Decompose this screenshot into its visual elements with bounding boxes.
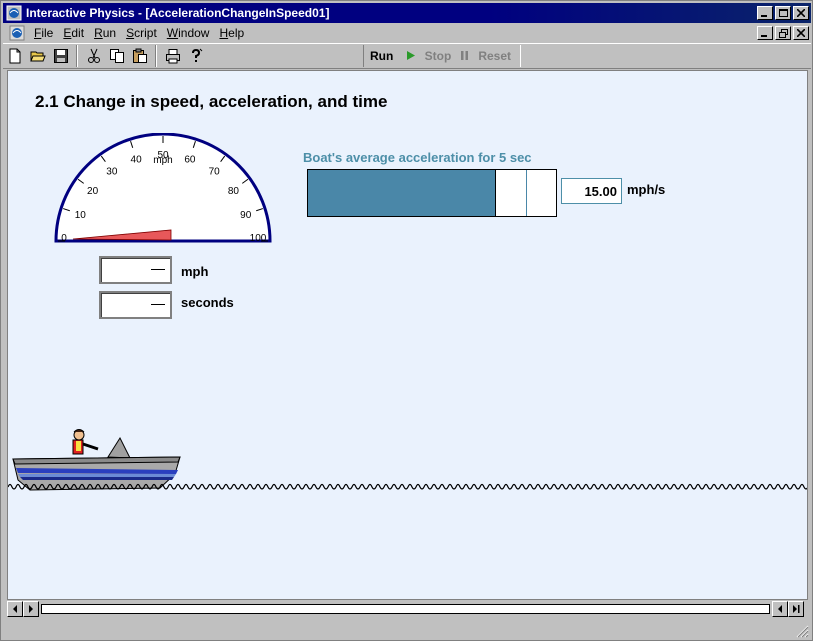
arrow-left-icon: [13, 605, 17, 613]
copy-button[interactable]: [106, 45, 128, 67]
help-button[interactable]: [185, 45, 207, 67]
cut-button[interactable]: [83, 45, 105, 67]
app-window: Interactive Physics - [AccelerationChang…: [0, 0, 813, 641]
scroll-far-right-button[interactable]: [788, 601, 804, 617]
document-icon[interactable]: [9, 25, 25, 41]
gauge-tick-label: 60: [184, 154, 196, 165]
run-label: Run: [370, 49, 394, 63]
minimize-icon: [761, 15, 767, 17]
toolbar-separator: [155, 45, 157, 67]
close-icon: [797, 29, 805, 37]
menu-help[interactable]: Help: [214, 26, 249, 40]
time-dash: [151, 304, 165, 305]
printer-icon: [166, 49, 180, 64]
menu-bar: File Edit Run Script Window Help: [3, 24, 811, 42]
stop-button[interactable]: Stop: [425, 49, 469, 63]
speed-display: [99, 256, 172, 284]
acceleration-bar-fill: [308, 170, 497, 216]
speedometer-gauge: 010203040 50 60708090100 mph: [54, 133, 272, 244]
minimize-button[interactable]: [757, 6, 773, 20]
doc-restore-button[interactable]: [775, 26, 791, 40]
water-wave: [8, 483, 807, 490]
speed-unit: mph: [181, 264, 209, 279]
gauge-tick-label: 40: [131, 154, 143, 165]
acceleration-bar-title: Boat's average acceleration for 5 sec: [303, 150, 532, 165]
menu-script[interactable]: Script: [121, 26, 162, 40]
menu-file[interactable]: File: [29, 26, 58, 40]
gauge-tick-label: 20: [87, 186, 99, 197]
boat-windshield: [107, 436, 131, 459]
menu-run[interactable]: Run: [89, 26, 121, 40]
time-display: [99, 291, 172, 319]
play-icon: [406, 51, 415, 60]
save-disk-icon: [54, 49, 68, 63]
speed-dash: [151, 269, 165, 270]
acceleration-bar-marker: [526, 170, 528, 216]
status-bar: [3, 621, 811, 640]
gauge-tick-label: 10: [75, 210, 87, 221]
arrow-right-icon: [29, 605, 33, 613]
arrow-right-end-icon: [793, 605, 800, 613]
run-button[interactable]: Run: [370, 49, 415, 63]
boat-driver: [72, 429, 99, 455]
run-controls: Run Stop Reset: [363, 45, 521, 67]
scroll-track[interactable]: [41, 604, 770, 614]
title-bar[interactable]: Interactive Physics - [AccelerationChang…: [3, 3, 811, 23]
minimize-icon: [761, 35, 767, 37]
gauge-tick-label: 100: [250, 233, 267, 244]
doc-close-button[interactable]: [793, 26, 809, 40]
page-title: 2.1 Change in speed, acceleration, and t…: [35, 92, 388, 111]
toolbar: Run Stop Reset: [3, 43, 811, 69]
resize-grip-icon[interactable]: [796, 625, 809, 638]
simulation-canvas[interactable]: 2.1 Change in speed, acceleration, and t…: [7, 70, 808, 600]
scroll-left-button[interactable]: [23, 601, 39, 617]
gauge-tick-label: 30: [106, 167, 118, 178]
new-file-icon: [9, 48, 21, 64]
acceleration-value[interactable]: 15.00: [561, 178, 622, 204]
gauge-unit-label: mph: [153, 155, 172, 166]
arrow-left-icon: [778, 605, 782, 613]
save-button[interactable]: [50, 45, 72, 67]
paste-button[interactable]: [129, 45, 151, 67]
water-surface: [8, 483, 807, 490]
app-icon: [6, 5, 22, 21]
pause-icon: [461, 51, 469, 60]
maximize-button[interactable]: [775, 6, 791, 20]
close-button[interactable]: [793, 6, 809, 20]
paste-clipboard-icon: [133, 48, 147, 63]
gauge-tick-label: 0: [61, 233, 67, 244]
close-icon: [797, 9, 805, 17]
gauge-tick-label: 70: [209, 167, 221, 178]
gauge-tick-label: 90: [240, 210, 252, 221]
new-button[interactable]: [4, 45, 26, 67]
open-folder-icon: [30, 51, 46, 62]
print-button[interactable]: [162, 45, 184, 67]
copy-icon: [110, 49, 124, 63]
help-question-icon: [192, 48, 203, 62]
scroll-far-left-button[interactable]: [7, 601, 23, 617]
doc-minimize-button[interactable]: [757, 26, 773, 40]
scroll-right-button[interactable]: [772, 601, 788, 617]
boat-stripe-lower: [20, 477, 174, 480]
menu-window[interactable]: Window: [162, 26, 215, 40]
time-unit: seconds: [181, 295, 234, 310]
boat-stripe-light: [18, 474, 176, 477]
menu-edit[interactable]: Edit: [58, 26, 89, 40]
open-button[interactable]: [27, 45, 49, 67]
stop-label: Stop: [424, 49, 452, 63]
acceleration-bar: [307, 169, 557, 217]
maximize-icon: [778, 9, 788, 17]
toolbar-separator: [76, 45, 78, 67]
scissors-icon: [88, 48, 100, 63]
restore-icon: [778, 28, 788, 38]
window-title: Interactive Physics - [AccelerationChang…: [26, 6, 330, 20]
horizontal-scrollbar[interactable]: [7, 601, 808, 617]
reset-button[interactable]: Reset: [478, 49, 511, 63]
acceleration-unit: mph/s: [627, 182, 666, 197]
gauge-tick-label: 80: [228, 186, 240, 197]
